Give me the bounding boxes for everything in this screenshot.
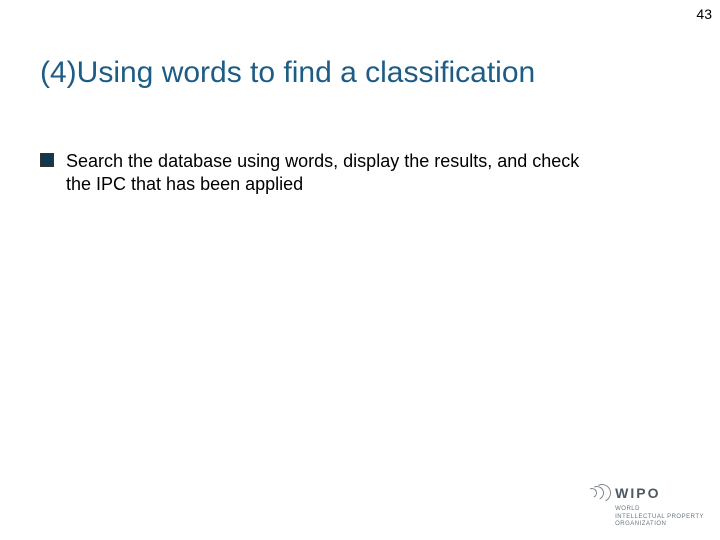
wipo-sub-line: ORGANIZATION bbox=[615, 521, 704, 528]
wipo-mark: WIPO bbox=[587, 482, 660, 504]
bullet-text: Search the database using words, display… bbox=[66, 150, 600, 195]
page-number: 43 bbox=[696, 6, 712, 22]
wipo-subtext: WORLD INTELLECTUAL PROPERTY ORGANIZATION bbox=[615, 506, 704, 528]
slide-title: (4)Using words to find a classification bbox=[40, 56, 535, 90]
wipo-arcs-icon bbox=[587, 482, 609, 504]
wipo-name: WIPO bbox=[615, 485, 660, 501]
square-bullet-icon bbox=[40, 153, 54, 167]
footer-logo: WIPO WORLD INTELLECTUAL PROPERTY ORGANIZ… bbox=[587, 482, 704, 528]
bullet-item: Search the database using words, display… bbox=[40, 150, 600, 195]
slide: 43 (4)Using words to find a classificati… bbox=[0, 0, 720, 540]
wipo-sub-line: INTELLECTUAL PROPERTY bbox=[615, 514, 704, 521]
wipo-sub-line: WORLD bbox=[615, 506, 704, 513]
